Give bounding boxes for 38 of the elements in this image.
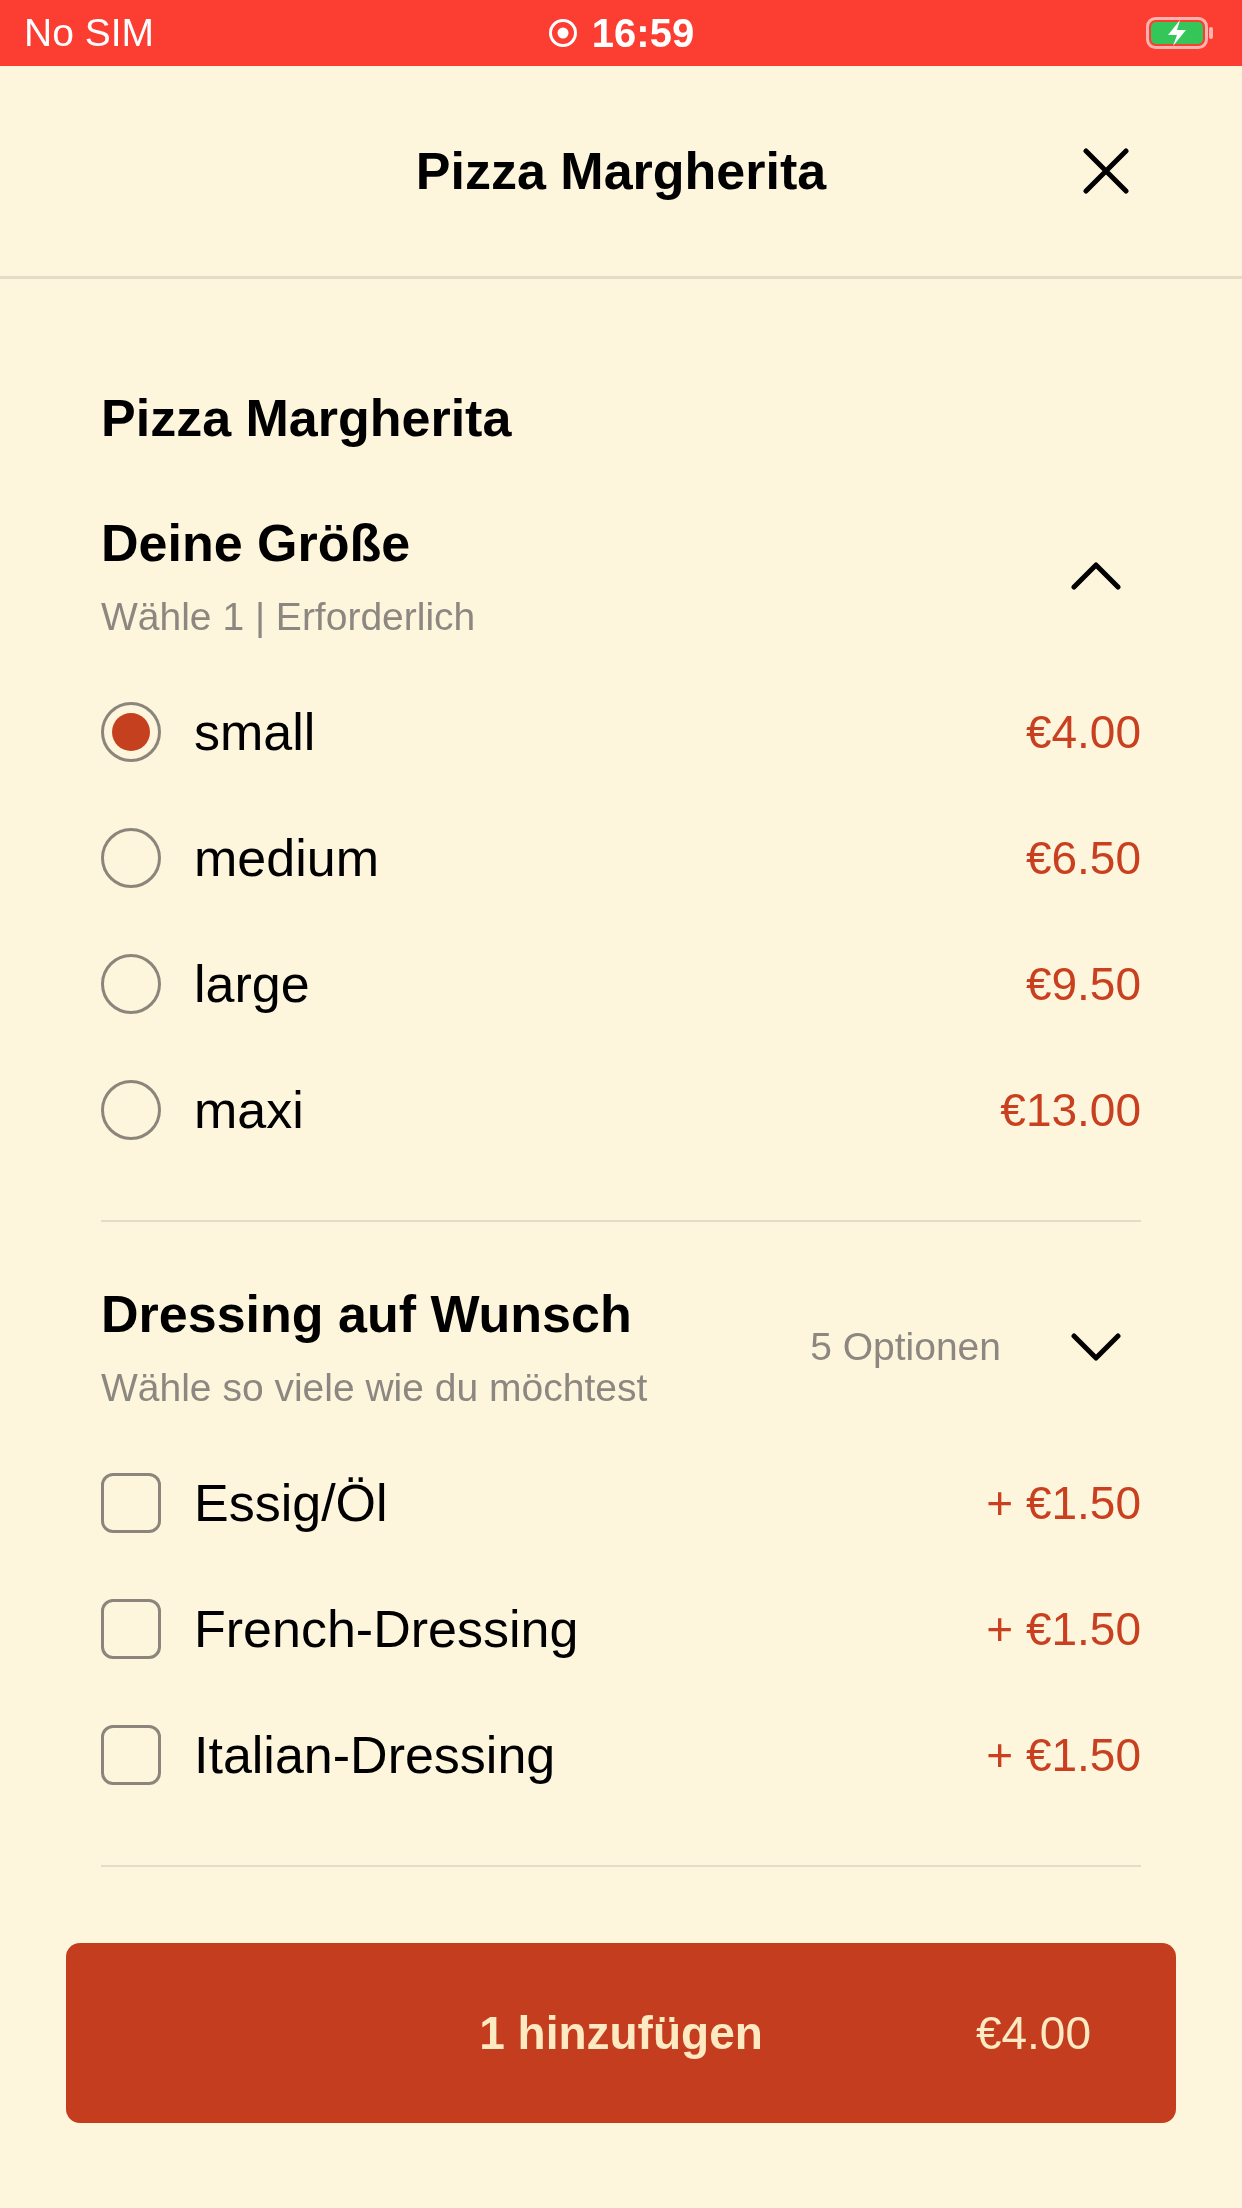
option-price: €9.50	[1025, 957, 1141, 1012]
option-label: large	[194, 954, 310, 1015]
radio-button[interactable]	[101, 954, 161, 1014]
option-label: French-Dressing	[194, 1599, 579, 1660]
option-count: 5 Optionen	[810, 1324, 1001, 1370]
option-label: Italian-Dressing	[194, 1725, 556, 1786]
battery-charging-icon	[1146, 17, 1214, 49]
section-title: Dressing auf Wunsch	[101, 1284, 633, 1345]
checkbox[interactable]	[101, 1599, 161, 1659]
option-price: + €1.50	[986, 1602, 1141, 1657]
button-price: €4.00	[975, 2006, 1091, 2061]
option-price: €4.00	[1025, 705, 1141, 760]
chevron-up-icon[interactable]	[1071, 562, 1121, 590]
option-price: + €1.50	[986, 1728, 1141, 1783]
clock-text: 16:59	[591, 10, 695, 56]
option-label: Essig/Öl	[194, 1473, 388, 1534]
radio-button[interactable]	[101, 702, 161, 762]
option-price: + €1.50	[986, 1476, 1141, 1531]
chevron-down-icon[interactable]	[1071, 1333, 1121, 1361]
close-icon	[1083, 148, 1129, 194]
checkbox[interactable]	[101, 1473, 161, 1533]
record-icon	[547, 18, 578, 48]
option-label: maxi	[194, 1080, 304, 1141]
option-price: €6.50	[1025, 831, 1141, 886]
carrier-text: No SIM	[24, 10, 155, 56]
product-title: Pizza Margherita	[101, 388, 513, 449]
option-label: medium	[194, 828, 379, 889]
option-label: small	[194, 702, 316, 763]
header-title: Pizza Margherita	[415, 141, 827, 202]
radio-button[interactable]	[101, 828, 161, 888]
option-price: €13.00	[1000, 1083, 1141, 1138]
section-subtitle: Wähle so viele wie du möchtest	[101, 1365, 648, 1411]
close-button[interactable]	[1082, 147, 1130, 195]
section-subtitle: Wähle 1 | Erforderlich	[101, 594, 476, 640]
radio-button[interactable]	[101, 1080, 161, 1140]
add-to-order-button[interactable]: 1 hinzufügen €4.00	[66, 1943, 1176, 2123]
section-title: Deine Größe	[101, 513, 412, 574]
checkbox[interactable]	[101, 1725, 161, 1785]
